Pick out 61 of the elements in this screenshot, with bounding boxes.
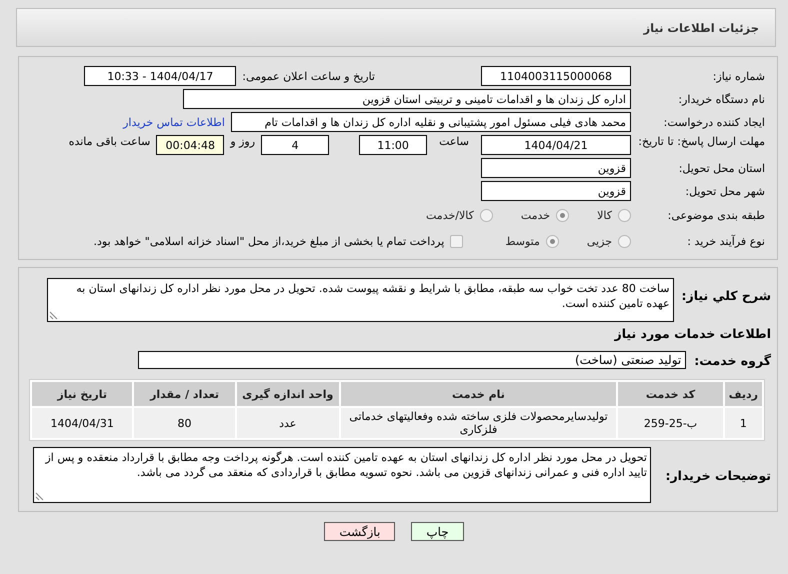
radio-label: جزیی [586,234,612,248]
table-cell: تولیدسایرمحصولات فلزی ساخته شده وفعالیتهای خدماتی فلزکاری [340,408,616,438]
description-text: ساخت 80 عدد تخت خواب سه طبقه، مطابق با شرایط و نقشه پیوست شده. تحویل در محل مورد نظر اداره کل زندانهای استان به عهده تامین کننده است. [76,282,670,310]
column-header: تعداد / مقدار [134,382,235,406]
field-label: ایجاد کننده درخواست: [662,116,766,128]
print-button[interactable]: چاپ [411,522,464,541]
table-cell: ب-25-259 [618,408,723,438]
contact-info-link[interactable]: اطلاعات تماس خریدار [123,116,225,128]
field-label: نام دستگاه خریدار: [677,92,766,106]
resize-grip-icon[interactable] [35,492,44,501]
field-label: گروه خدمت: [694,352,772,368]
field-label: استان محل تحویل: [678,162,766,174]
field-label: تاریخ و ساعت اعلان عمومی: [242,70,375,82]
need-number-field[interactable]: 1104003115000068 [481,66,631,86]
radio-button[interactable] [618,208,631,222]
city-field[interactable]: قزوین [481,181,631,201]
creator-field[interactable]: محمد هادی فیلی مسئول امور پشتیبانی و نقلیه اداره کل زندان ها و اقدامات تام [231,112,631,132]
table-cell: 80 [134,408,235,438]
radio-label: خدمت [520,208,550,222]
field-label: شهر محل تحویل: [684,184,766,198]
buyer-notes-text: تحویل در محل مورد نظر اداره کل زندانهای استان به عهده تامین کننده است. هرگونه پرداخت وجه مطابق با قرارداد منعقده و پس از تایید اداره فنی و عمرانی زندانهای قزوین می باشد. نحوه تسویه مطابق با قراردادی که منعقد می گردد می باشد. [45,451,647,479]
field-label: نوع فرآیند خرید : [686,234,766,248]
column-header: نام خدمت [340,382,616,406]
announce-date-field[interactable]: 1404/04/17 - 10:33 [84,66,236,86]
days-field[interactable]: 4 [261,135,330,155]
table-cell: 1 [724,408,762,438]
deadline-time-field[interactable]: 11:00 [359,135,428,155]
checkbox[interactable] [450,234,464,248]
resize-grip-icon[interactable] [48,311,58,320]
field-label: روز و [230,135,256,148]
page-title: جزئیات اطلاعات نیاز [16,8,776,47]
section-heading: اطلاعات خدمات مورد نیاز [614,326,771,341]
radio-button[interactable] [556,208,570,222]
field-label: شرح کلي نياز: [682,287,772,303]
table-cell: 1404/04/31 [32,408,132,438]
column-header: واحد اندازه گیری [236,382,339,406]
buyer-org-field[interactable]: اداره کل زندان ها و اقدامات تامینی و تربیتی استان قزوین [183,89,631,109]
back-button[interactable]: بازگشت [324,522,396,541]
radio-button[interactable] [618,234,631,248]
field-label: شماره نیاز: [712,70,766,82]
deadline-date-field[interactable]: 1404/04/21 [481,135,631,155]
field-label: مهلت ارسال پاسخ: تا تاریخ: [637,135,766,149]
description-textarea[interactable]: ساخت 80 عدد تخت خواب سه طبقه، مطابق با شرایط و نقشه پیوست شده. تحویل در محل مورد نظر اداره کل زندانهای استان به عهده تامین کننده است. [46,278,674,322]
remaining-time-field[interactable]: 00:04:48 [156,135,224,155]
radio-label: کالا/خدمت [426,208,474,222]
column-header: کد خدمت [618,382,723,406]
table-cell: عدد [236,408,339,438]
service-group-field[interactable]: تولید صنعتی (ساخت) [138,351,686,369]
buyer-notes-textarea[interactable] [33,447,651,503]
column-header: ردیف [724,382,762,406]
radio-button[interactable] [480,208,493,222]
radio-label: کالا [597,208,612,222]
field-label: توضیحات خریدار: [665,468,772,482]
field-label: پرداخت تمام یا بخشی از مبلغ خرید،از محل "اسناد خزانه اسلامی" خواهد بود. [94,234,444,248]
radio-label: متوسط [505,234,540,248]
column-header: تاریخ نیاز [32,382,132,406]
field-label: ساعت باقی مانده [68,135,150,148]
field-label: طبقه بندی موضوعی: [666,208,766,222]
province-field[interactable]: قزوین [481,158,631,178]
field-label: ساعت [439,135,469,148]
radio-button[interactable] [546,234,559,248]
